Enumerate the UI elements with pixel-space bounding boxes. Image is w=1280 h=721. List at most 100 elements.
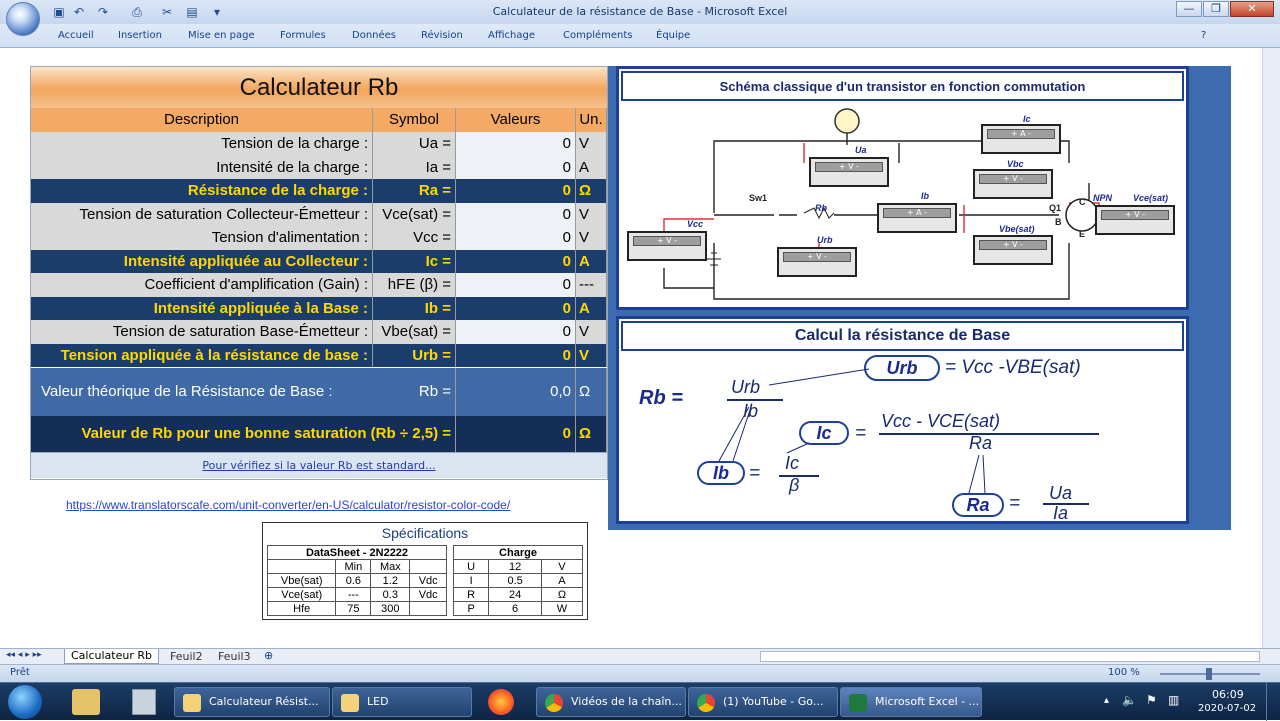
taskbar-item-label: (1) YouTube - Go... (723, 695, 824, 708)
meter-scale: + V - (979, 240, 1047, 250)
sw1-label: Sw1 (749, 193, 768, 203)
row-value[interactable]: 0 (456, 343, 576, 367)
table-cell: Vdc (409, 573, 447, 588)
undo-icon[interactable]: ↶ (72, 5, 86, 19)
table-cell: 24 (488, 587, 542, 602)
row-description: Intensité appliquée à la Base : (31, 296, 373, 320)
table-cell: 0.5 (488, 573, 542, 588)
row-value[interactable]: 0 (456, 296, 576, 320)
taskbar-item-excel[interactable]: Microsoft Excel - ... (840, 687, 982, 717)
row-symbol: Urb = (373, 343, 456, 367)
network-icon[interactable]: ▥ (1168, 693, 1179, 707)
tab-affichage[interactable]: Affichage (488, 30, 535, 41)
sheet-nav-arrows-icon[interactable]: ◂◂ ◂ ▸ ▸▸ (6, 650, 42, 660)
zoom-slider-handle[interactable] (1206, 668, 1212, 680)
taskbar-item-videos[interactable]: Vidéos de la chaîn... (536, 687, 686, 717)
ib-label: Ib (921, 191, 929, 201)
redo-icon[interactable]: ↷ (96, 5, 110, 19)
firefox-icon[interactable] (488, 689, 514, 715)
saturation-rb-value[interactable]: 0 (456, 416, 576, 452)
show-desktop-button[interactable] (1266, 683, 1280, 721)
row-value[interactable]: 0 (456, 179, 576, 203)
clock-date[interactable]: 2020-07-02 (1198, 703, 1256, 714)
row-description: Tension de saturation Base-Émetteur : (31, 320, 373, 344)
diagram-frame: Schéma classique d'un transistor en fonc… (608, 66, 1231, 530)
row-value[interactable]: 0 (456, 273, 576, 297)
volume-icon[interactable]: 🔈 (1122, 693, 1137, 707)
table-cell: --- (335, 587, 372, 602)
row-unit: A (576, 155, 607, 179)
table-cell: Vdc (409, 587, 447, 602)
table-cell: A (540, 573, 584, 588)
saturation-rb-unit: Ω (576, 416, 607, 452)
vertical-scrollbar[interactable] (1262, 48, 1280, 648)
standard-value-link[interactable]: Pour vérifiez si la valeur Rb est standa… (31, 452, 607, 478)
table-cell: I (452, 573, 490, 588)
close-button[interactable]: ✕ (1230, 1, 1274, 17)
row-description: Tension de la charge : (31, 132, 373, 156)
specifications-box: Spécifications DataSheet - 2N2222 Min Ma… (262, 522, 588, 620)
tab-calculateur-rb[interactable]: Calculateur Rb (64, 649, 159, 664)
row-value[interactable]: 0 (456, 320, 576, 344)
row-unit: A (576, 249, 607, 273)
table-cell: U (452, 559, 490, 574)
tab-feuil3[interactable]: Feuil3 (218, 650, 251, 663)
tab-formules[interactable]: Formules (280, 30, 326, 41)
restore-button[interactable]: ❐ (1203, 1, 1229, 17)
table-cell: Vce(sat) (266, 587, 337, 602)
taskbar-item-calculateur[interactable]: Calculateur Résist... (174, 687, 330, 717)
row-symbol: hFE (β) = (373, 273, 456, 297)
tab-feuil2[interactable]: Feuil2 (170, 650, 203, 663)
help-icon[interactable]: ? (1201, 30, 1206, 41)
minimize-button[interactable]: — (1176, 1, 1202, 17)
taskbar-item-youtube[interactable]: (1) YouTube - Go... (688, 687, 838, 717)
taskbar-item-label: LED (367, 695, 389, 708)
action-center-icon[interactable]: ⚑ (1146, 693, 1157, 707)
table-row: Intensité de la charge : Ia = 0 A (31, 155, 607, 179)
status-bar: Prêt 100 % (0, 664, 1280, 682)
format-icon[interactable]: ▤ (185, 5, 199, 19)
tab-revision[interactable]: Révision (421, 30, 463, 41)
vce-label: Vce(sat) (1133, 193, 1169, 203)
row-value[interactable]: 0 (456, 155, 576, 179)
clock-time[interactable]: 06:09 (1212, 688, 1244, 701)
row-value[interactable]: 0 (456, 132, 576, 156)
tab-complements[interactable]: Compléments (563, 30, 632, 41)
row-value[interactable]: 0 (456, 202, 576, 226)
calculator-title: Calculateur Rb (31, 67, 607, 108)
tools-icon[interactable]: ✂ (160, 5, 174, 19)
row-value[interactable]: 0 (456, 249, 576, 273)
start-button[interactable] (8, 685, 42, 719)
schematic-panel: Schéma classique d'un transistor en fonc… (616, 66, 1189, 310)
row-symbol: Ra = (373, 179, 456, 203)
calculator-app-icon[interactable] (132, 689, 156, 715)
customize-toolbar-icon[interactable]: ▾ (210, 5, 224, 19)
tab-insertion[interactable]: Insertion (118, 30, 162, 41)
meter-scale: + V - (979, 174, 1047, 184)
tab-mise-en-page[interactable]: Mise en page (188, 30, 255, 41)
print-preview-icon[interactable]: ⎙ (130, 5, 144, 19)
insert-sheet-icon[interactable]: ⊕ (264, 649, 273, 662)
ic-ammeter: + A - (981, 124, 1061, 154)
row-value[interactable]: 0 (456, 226, 576, 250)
row-unit: Ω (576, 179, 607, 203)
save-icon[interactable]: ▣ (52, 5, 66, 19)
horizontal-scrollbar[interactable] (760, 651, 1260, 662)
office-button[interactable] (6, 2, 40, 36)
taskbar-item-led[interactable]: LED (332, 687, 472, 717)
theoretical-rb-value[interactable]: 0,0 (456, 368, 576, 416)
title-bar: Calculateur de la résistance de Base - M… (0, 0, 1280, 24)
tab-equipe[interactable]: Équipe (656, 30, 690, 41)
tab-accueil[interactable]: Accueil (58, 30, 94, 41)
table-row: Tension d'alimentation : Vcc = 0 V (31, 226, 607, 250)
row-description: Intensité de la charge : (31, 155, 373, 179)
vbc-voltmeter: + V - (973, 169, 1053, 199)
table-row: Vce(sat) --- 0.3 Vdc (266, 587, 447, 602)
tab-donnees[interactable]: Données (352, 30, 396, 41)
tray-arrow-icon[interactable]: ▴ (1104, 695, 1109, 706)
zoom-level[interactable]: 100 % (1108, 667, 1140, 678)
outlook-icon[interactable] (72, 689, 100, 715)
meter-scale: + V - (783, 252, 851, 262)
table-cell: 75 (335, 601, 372, 616)
resistor-color-code-link[interactable]: https://www.translatorscafe.com/unit-con… (66, 498, 510, 512)
